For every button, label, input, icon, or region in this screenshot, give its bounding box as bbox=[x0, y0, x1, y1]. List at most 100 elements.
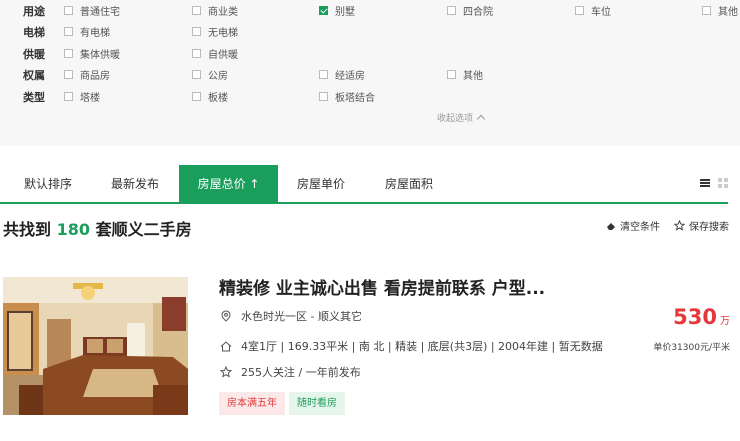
checkbox[interactable] bbox=[319, 69, 328, 79]
filter-option[interactable]: 塔楼 bbox=[64, 88, 100, 104]
filter-option[interactable]: 普通住宅 bbox=[64, 2, 120, 18]
filter-option[interactable]: 无电梯 bbox=[192, 23, 238, 39]
price-unit: 万 bbox=[720, 316, 730, 327]
filter-option-label: 车位 bbox=[591, 6, 611, 18]
filter-row-elevator: 电梯 有电梯 无电梯 bbox=[0, 21, 740, 42]
star-icon bbox=[219, 366, 233, 378]
tab-unit-price[interactable]: 房屋单价 bbox=[297, 165, 345, 202]
tab-default-sort[interactable]: 默认排序 bbox=[24, 165, 72, 202]
filter-option[interactable]: 经适房 bbox=[319, 66, 365, 82]
checkbox[interactable] bbox=[192, 69, 201, 79]
filter-option[interactable]: 其他 bbox=[702, 2, 738, 18]
price-value: 530 bbox=[673, 305, 717, 329]
filter-option[interactable]: 公房 bbox=[192, 66, 228, 82]
collapse-options-label: 收起选项 bbox=[437, 114, 474, 124]
clear-conditions-label: 清空条件 bbox=[620, 222, 660, 233]
grid-view-icon[interactable] bbox=[718, 178, 728, 188]
clear-conditions-button[interactable]: 清空条件 bbox=[606, 218, 660, 233]
checkbox[interactable] bbox=[64, 91, 73, 101]
filter-option-label: 塔楼 bbox=[80, 92, 100, 104]
filter-option[interactable]: 别墅 bbox=[319, 2, 355, 18]
checkbox[interactable] bbox=[319, 91, 328, 101]
filter-option-label: 有电梯 bbox=[80, 27, 110, 39]
checkbox-checked[interactable] bbox=[319, 5, 328, 15]
listing-location: 水色时光一区 - 顺义其它 bbox=[219, 308, 362, 324]
tab-area[interactable]: 房屋面积 bbox=[385, 165, 433, 202]
filter-option-label: 板塔结合 bbox=[335, 92, 375, 104]
house-icon bbox=[219, 340, 233, 352]
listing-title[interactable]: 精装修 业主诚心出售 看房提前联系 户型... bbox=[219, 274, 545, 299]
listing-details-text: 4室1厅 | 169.33平米 | 南 北 | 精装 | 底层(共3层) | 2… bbox=[241, 340, 603, 353]
tab-newest[interactable]: 最新发布 bbox=[111, 165, 159, 202]
filter-label: 类型 bbox=[23, 91, 45, 104]
listing-unit-price: 单价31300元/平米 bbox=[653, 343, 730, 353]
filter-option-label: 四合院 bbox=[463, 6, 493, 18]
checkbox[interactable] bbox=[64, 5, 73, 15]
filter-option-label: 普通住宅 bbox=[80, 6, 120, 18]
checkbox[interactable] bbox=[702, 5, 711, 15]
filter-option-label: 其他 bbox=[718, 6, 738, 18]
list-view-icon[interactable] bbox=[700, 178, 710, 188]
listing-total-price: 530 万 bbox=[673, 305, 730, 329]
checkbox[interactable] bbox=[64, 26, 73, 36]
filter-option-label: 集体供暖 bbox=[80, 49, 120, 61]
listing-followers-text: 255人关注 / 一年前发布 bbox=[241, 366, 361, 379]
collapse-options-button[interactable]: 收起选项 bbox=[437, 111, 486, 124]
checkbox[interactable] bbox=[192, 48, 201, 58]
location-pin-icon bbox=[219, 310, 233, 322]
filter-option-label: 经适房 bbox=[335, 70, 365, 82]
filter-row-building-type: 类型 塔楼 板楼 板塔结合 bbox=[0, 86, 740, 107]
filter-option[interactable]: 板塔结合 bbox=[319, 88, 375, 104]
filter-option[interactable]: 自供暖 bbox=[192, 45, 238, 61]
listing-house-info: 4室1厅 | 169.33平米 | 南 北 | 精装 | 底层(共3层) | 2… bbox=[219, 338, 603, 354]
filter-option[interactable]: 集体供暖 bbox=[64, 45, 120, 61]
filter-option-label: 自供暖 bbox=[208, 49, 238, 61]
checkbox[interactable] bbox=[192, 91, 201, 101]
filter-option-label: 商业类 bbox=[208, 6, 238, 18]
filter-row-usage: 用途 普通住宅 商业类 别墅 四合院 车位 其他 bbox=[0, 0, 740, 21]
eraser-icon bbox=[607, 222, 615, 230]
tag-anytime-viewing: 随时看房 bbox=[289, 392, 345, 415]
filter-option-label: 别墅 bbox=[335, 6, 355, 18]
filter-option-label: 其他 bbox=[463, 70, 483, 82]
filter-option-label: 公房 bbox=[208, 70, 228, 82]
filter-option[interactable]: 商品房 bbox=[64, 66, 110, 82]
filter-option[interactable]: 车位 bbox=[575, 2, 611, 18]
filter-label: 电梯 bbox=[23, 26, 45, 39]
checkbox[interactable] bbox=[447, 69, 456, 79]
filter-label: 权属 bbox=[23, 69, 45, 82]
tab-total-price[interactable]: 房屋总价 ↑ bbox=[179, 165, 278, 202]
filter-option[interactable]: 板楼 bbox=[192, 88, 228, 104]
result-prefix: 共找到 bbox=[3, 220, 52, 239]
chevron-up-icon bbox=[476, 114, 486, 124]
filter-option-label: 板楼 bbox=[208, 92, 228, 104]
filter-option[interactable]: 四合院 bbox=[447, 2, 493, 18]
checkbox[interactable] bbox=[192, 26, 201, 36]
checkbox[interactable] bbox=[64, 48, 73, 58]
result-suffix: 套顺义二手房 bbox=[95, 220, 192, 239]
filter-label: 供暖 bbox=[23, 48, 45, 61]
filter-option[interactable]: 有电梯 bbox=[64, 23, 110, 39]
filter-option[interactable]: 商业类 bbox=[192, 2, 238, 18]
sort-bar: 默认排序 最新发布 房屋总价 ↑ 房屋单价 房屋面积 bbox=[0, 165, 740, 205]
result-count: 共找到 180 套顺义二手房 bbox=[3, 216, 192, 240]
checkbox[interactable] bbox=[64, 69, 73, 79]
save-search-button[interactable]: 保存搜索 bbox=[674, 218, 729, 233]
filter-row-ownership: 权属 商品房 公房 经适房 其他 bbox=[0, 64, 740, 85]
filter-panel: 用途 普通住宅 商业类 别墅 四合院 车位 其他 电梯 有电梯 无电梯 供暖 集… bbox=[0, 0, 740, 146]
tag-certificate-five-years: 房本满五年 bbox=[219, 392, 285, 415]
checkbox[interactable] bbox=[192, 5, 201, 15]
checkbox[interactable] bbox=[575, 5, 584, 15]
search-actions: 清空条件 保存搜索 bbox=[606, 218, 729, 233]
listing-photo-image bbox=[3, 277, 188, 415]
tab-underline bbox=[0, 202, 728, 204]
listing-followers: 255人关注 / 一年前发布 bbox=[219, 364, 361, 380]
listing-location-text[interactable]: 水色时光一区 - 顺义其它 bbox=[241, 308, 362, 324]
save-search-label: 保存搜索 bbox=[689, 222, 729, 233]
listing-photo[interactable] bbox=[3, 277, 188, 415]
checkbox[interactable] bbox=[447, 5, 456, 15]
filter-option[interactable]: 其他 bbox=[447, 66, 483, 82]
view-toggle bbox=[700, 178, 728, 188]
filter-option-label: 商品房 bbox=[80, 70, 110, 82]
filter-label: 用途 bbox=[23, 5, 45, 18]
